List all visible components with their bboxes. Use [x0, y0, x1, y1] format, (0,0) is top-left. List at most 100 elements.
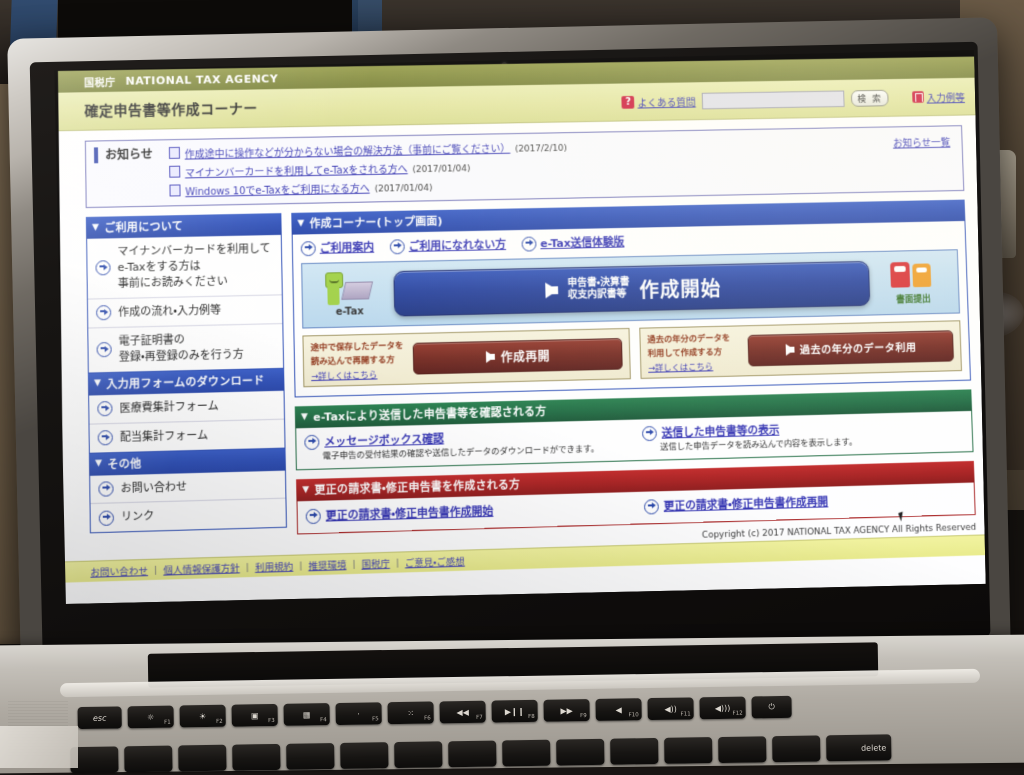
page-body: お知らせ 作成途中に操作などが分からない場合の解決方法（事前にご覧ください） (… [59, 115, 986, 541]
key-f7[interactable]: ◀◀F7 [439, 701, 485, 724]
key-2[interactable] [178, 745, 226, 772]
key-power[interactable]: ⏻ [751, 696, 791, 719]
footer-link-contact[interactable]: お問い合わせ [90, 563, 148, 579]
arrow-right-icon [785, 344, 794, 356]
key-3[interactable] [232, 744, 280, 771]
agency-name-jp: 国税庁 [84, 74, 116, 89]
key-1[interactable] [124, 746, 172, 773]
main-section-title: 作成コーナー(トップ画面) [309, 213, 443, 231]
key-f8[interactable]: ▶❙❙F8 [491, 700, 537, 723]
sidebar-item-label: マイナンバーカードを利用して e-Taxをする方は 事前にお読みください [117, 241, 271, 292]
start-creation-button[interactable]: 申告書・決算書 収支内訳書等 作成開始 [393, 261, 870, 317]
footer-separator: | [396, 557, 399, 568]
sidebar-item-mynumber-etax[interactable]: マイナンバーカードを利用して e-Taxをする方は 事前にお読みください [87, 235, 282, 299]
main-panel: ご利用案内 ご利用になれない方 e-Tax送信体験版 [292, 221, 971, 397]
key-8[interactable] [502, 740, 550, 767]
palmrest-left [0, 726, 78, 768]
sidebar-item-label: 医療費集計フォーム [119, 398, 218, 416]
arrow-circle-icon [522, 236, 537, 251]
sidebar-item-certificate-registration[interactable]: 電子証明書の 登録・再登録のみを行う方 [88, 324, 283, 372]
input-examples-link[interactable]: 入力例等 [912, 89, 965, 104]
key-7[interactable] [448, 741, 496, 768]
search-button[interactable]: 検 索 [851, 89, 888, 106]
resume-more-link[interactable]: →詳しくはこちら [311, 368, 406, 382]
etax-mascot-label: e-Tax [319, 306, 381, 318]
arrow-circle-icon [642, 425, 657, 440]
sidebar-item-links[interactable]: リンク [91, 499, 286, 533]
link-label: ご利用になれない方 [408, 236, 506, 254]
key-yen[interactable] [772, 735, 820, 762]
link-cannot-use[interactable]: ご利用になれない方 [390, 236, 506, 254]
key-f1[interactable]: ☼F1 [128, 706, 174, 729]
footer-link-nta[interactable]: 国税庁 [361, 556, 390, 571]
resume-desc: 途中で保存したデータを 読み込んで再開する方 [311, 341, 404, 367]
link-etax-trial[interactable]: e-Tax送信体験版 [521, 234, 624, 252]
key-f12[interactable]: ◀)))F12 [699, 697, 745, 720]
link-label: e-Tax送信体験版 [540, 234, 624, 251]
link-label: 更正の請求書・修正申告書作成開始 [326, 503, 494, 524]
footer-link-terms[interactable]: 利用規約 [255, 559, 293, 574]
notice-link[interactable]: 作成途中に操作などが分からない場合の解決方法（事前にご覧ください） [185, 140, 511, 161]
footer-link-feedback[interactable]: ご意見・ご感想 [405, 554, 465, 570]
amend-start-link[interactable]: 更正の請求書・修正申告書作成開始 [306, 499, 635, 524]
key-f5[interactable]: ·F5 [335, 702, 381, 725]
question-mark-icon: ? [622, 95, 635, 108]
search-input[interactable] [702, 90, 845, 109]
key-delete[interactable]: delete [826, 734, 891, 761]
faq-link[interactable]: ? よくある質問 [622, 93, 696, 109]
sidebar-item-dividend-form[interactable]: 配当集計フォーム [89, 419, 284, 452]
sidebar-item-label: 電子証明書の 登録・再登録のみを行う方 [118, 331, 243, 366]
arrow-right-icon [545, 282, 558, 298]
content-columns: ▼ ご利用について マイナンバーカードを利用して e-Taxをする方は 事前に [86, 200, 976, 541]
link-label: メッセージボックス確認 [324, 430, 444, 449]
resume-more-link[interactable]: →詳しくはこちら [648, 360, 742, 374]
key-6[interactable] [394, 741, 442, 768]
keyboard: esc ☼F1 ☀F2 ▣F3 ▦F4 ·F5 ⁙F6 ◀◀F7 ▶❙❙F8 ▶… [78, 693, 979, 775]
sidebar-item-label: 配当集計フォーム [120, 427, 208, 445]
notice-panel: お知らせ 作成途中に操作などが分からない場合の解決方法（事前にご覧ください） (… [85, 125, 964, 208]
resume-button-label: 作成再開 [501, 347, 551, 365]
key-f6[interactable]: ⁙F6 [387, 701, 433, 724]
paper-characters-icon [887, 259, 938, 291]
key-0[interactable] [610, 738, 658, 765]
main-content: ▼ 作成コーナー(トップ画面) ご利用案内 [291, 200, 975, 535]
arrow-circle-icon [644, 499, 659, 514]
arrow-circle-icon [301, 241, 316, 256]
use-past-year-data-button[interactable]: 過去の年分のデータ利用 [748, 330, 954, 366]
sidebar-section-body-other: お問い合わせ リンク [89, 470, 287, 534]
notice-view-all-link[interactable]: お知らせ一覧 [893, 134, 951, 150]
link-usage-guide[interactable]: ご利用案内 [301, 239, 375, 256]
key-f2[interactable]: ☀F2 [180, 705, 226, 728]
key-f3[interactable]: ▣F3 [232, 704, 278, 727]
sidebar-section-title: その他 [107, 455, 141, 472]
footer-link-requirements[interactable]: 推奨環境 [308, 557, 346, 572]
key-f9[interactable]: ▶▶F9 [543, 699, 589, 722]
notice-link[interactable]: Windows 10でe-Taxをご利用になる方へ [185, 180, 370, 198]
key-esc[interactable]: esc [78, 706, 122, 729]
footer-link-privacy[interactable]: 個人情報保護方針 [163, 560, 240, 576]
sidebar-item-label: リンク [121, 509, 154, 526]
show-sent-returns[interactable]: 送信した申告書等の表示 送信した申告データを読み込んで内容を表示します。 [642, 417, 965, 454]
key-f10[interactable]: ◀F10 [595, 698, 641, 721]
amend-resume-head: 更正の請求書・修正申告書作成再開 [644, 490, 967, 515]
message-box-check[interactable]: メッセージボックス確認 電子申告の受付結果の確認や送信したデータのダウンロードが… [304, 426, 633, 464]
triangle-down-icon: ▼ [297, 219, 304, 228]
key-f4[interactable]: ▦F4 [283, 703, 329, 726]
notice-link[interactable]: マイナンバーカードを利用してe-Taxをされる方へ [185, 160, 408, 179]
arrow-circle-icon [95, 261, 110, 276]
resume-creation-button[interactable]: 作成再開 [413, 338, 623, 375]
key-f11[interactable]: ◀))F11 [647, 697, 693, 720]
key-equal[interactable] [718, 736, 766, 763]
amend-resume-link[interactable]: 更正の請求書・修正申告書作成再開 [644, 490, 967, 515]
triangle-down-icon: ▼ [301, 413, 308, 422]
key-4[interactable] [286, 743, 334, 770]
arrow-circle-icon [390, 239, 405, 254]
key-minus[interactable] [664, 737, 712, 764]
key-9[interactable] [556, 739, 604, 766]
key-5[interactable] [340, 742, 388, 769]
sidebar-item-flow-examples[interactable]: 作成の流れ・入力例等 [88, 295, 282, 328]
paper-submission-mascot: 書面提出 [882, 259, 943, 305]
lcd-screen: 国税庁 NATIONAL TAX AGENCY 確定申告書等作成コーナー ? よ… [58, 56, 986, 604]
footer-separator: | [246, 562, 249, 573]
webpage: 国税庁 NATIONAL TAX AGENCY 確定申告書等作成コーナー ? よ… [58, 56, 986, 604]
